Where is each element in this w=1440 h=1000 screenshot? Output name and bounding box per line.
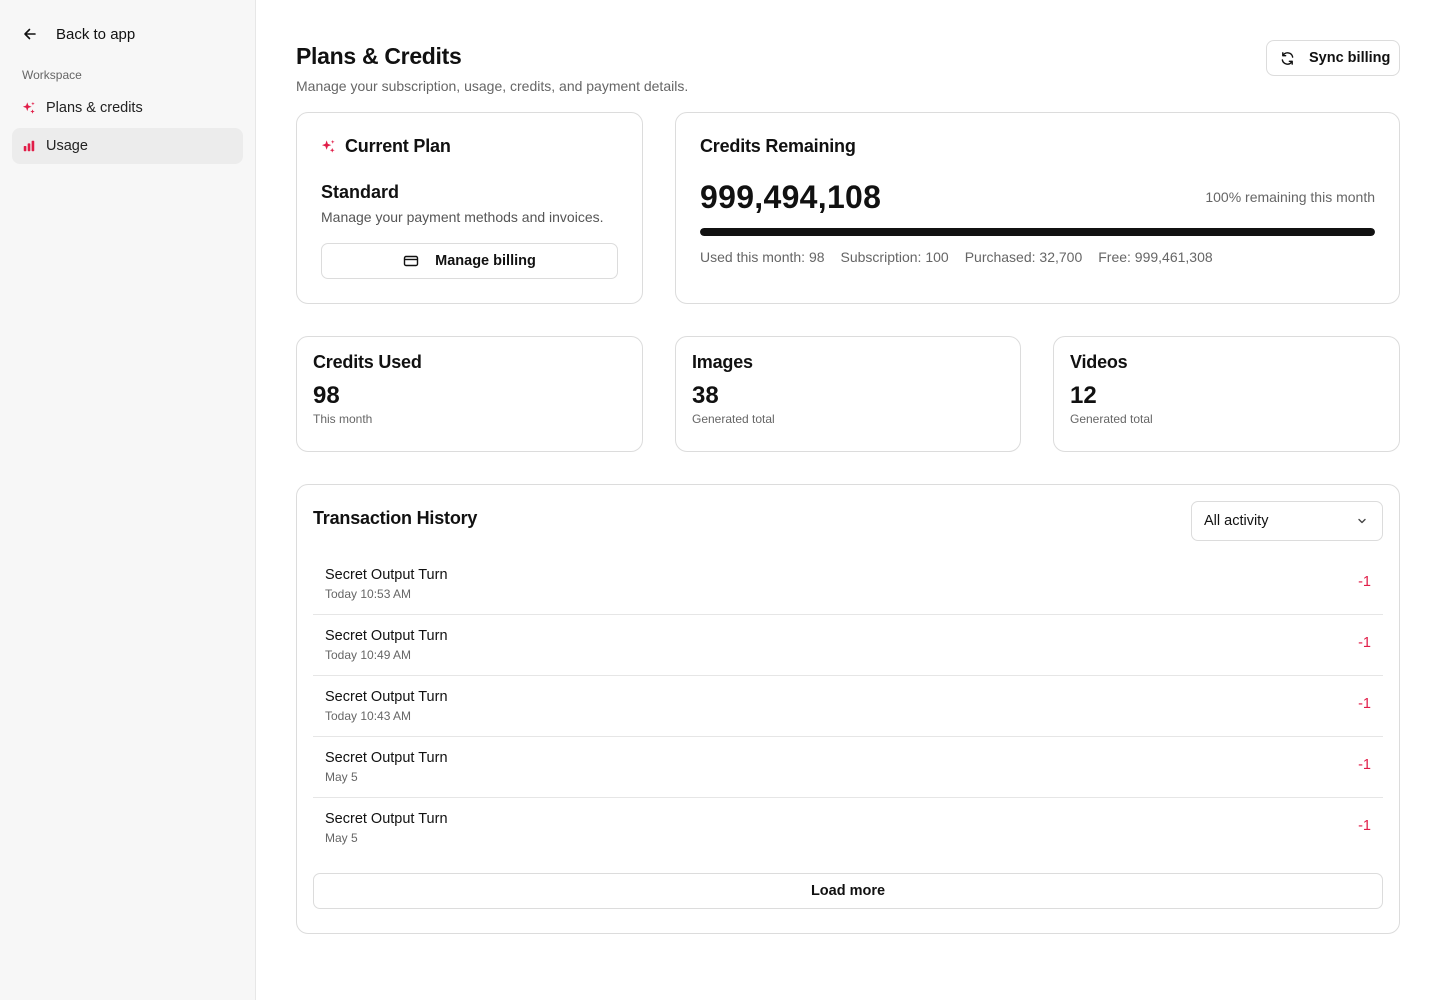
transaction-date: May 5 <box>325 831 358 845</box>
page-title: Plans & Credits <box>296 43 462 69</box>
sidebar-item-label: Plans & credits <box>46 100 143 116</box>
transaction-amount: -1 <box>1358 696 1371 712</box>
transaction-date: Today 10:49 AM <box>325 648 412 662</box>
transaction-date: May 5 <box>325 770 358 784</box>
free-stat: Free: 999,461,308 <box>1098 249 1213 265</box>
activity-filter-select[interactable]: All activity <box>1191 501 1383 541</box>
stat-subtitle: Generated total <box>1070 412 1153 426</box>
credits-remaining-amount: 999,494,108 <box>700 179 882 215</box>
purchased-stat: Purchased: 32,700 <box>964 249 1083 265</box>
credits-remaining-percent: 100% remaining this month <box>1205 189 1375 205</box>
credits-breakdown: Used this month: 98 Subscription: 100 Pu… <box>700 249 1213 265</box>
plan-name: Standard <box>321 182 400 202</box>
stat-title: Videos <box>1070 352 1128 372</box>
transaction-amount: -1 <box>1358 818 1371 834</box>
transaction-name: Secret Output Turn <box>325 811 448 827</box>
transaction-name: Secret Output Turn <box>325 689 448 705</box>
stat-subtitle: Generated total <box>692 412 775 426</box>
chevron-down-icon <box>1358 518 1366 524</box>
current-plan-card: Current Plan Standard Manage your paymen… <box>296 112 643 304</box>
transaction-history-card: Transaction History All activity Secret … <box>296 484 1400 934</box>
images-card: Images 38 Generated total <box>675 336 1021 452</box>
transaction-history-title: Transaction History <box>313 508 478 528</box>
sidebar: Back to app Workspace Plans & credits Us… <box>0 0 256 1000</box>
credits-progress-fill <box>700 228 1375 236</box>
credits-remaining-card: Credits Remaining 999,494,108 100% remai… <box>675 112 1400 304</box>
manage-billing-label: Manage billing <box>435 253 536 269</box>
sidebar-section-label: Workspace <box>22 68 82 82</box>
current-plan-title: Current Plan <box>345 136 451 156</box>
sidebar-item-usage[interactable]: Usage <box>12 128 243 164</box>
stat-title: Credits Used <box>313 352 422 372</box>
subscription-stat: Subscription: 100 <box>840 249 949 265</box>
sparkles-icon <box>22 101 35 114</box>
sync-billing-label: Sync billing <box>1309 50 1391 66</box>
bar-chart-icon <box>23 140 35 152</box>
transaction-amount: -1 <box>1358 635 1371 651</box>
stat-title: Images <box>692 352 753 372</box>
transaction-row[interactable]: Secret Output Turn May 5 -1 <box>313 798 1383 859</box>
transaction-date: Today 10:43 AM <box>325 709 412 723</box>
credits-progress-bar <box>700 228 1375 236</box>
transaction-row[interactable]: Secret Output Turn Today 10:49 AM -1 <box>313 615 1383 676</box>
transaction-list: Secret Output Turn Today 10:53 AM -1 Sec… <box>313 554 1383 859</box>
transaction-date: Today 10:53 AM <box>325 587 412 601</box>
transaction-name: Secret Output Turn <box>325 628 448 644</box>
credit-card-icon <box>403 255 419 267</box>
stat-value: 38 <box>692 382 719 409</box>
sparkles-icon <box>321 139 335 153</box>
stat-value: 12 <box>1070 382 1097 409</box>
sidebar-item-label: Usage <box>46 138 88 154</box>
credits-remaining-title: Credits Remaining <box>700 136 856 156</box>
videos-card: Videos 12 Generated total <box>1053 336 1400 452</box>
transaction-name: Secret Output Turn <box>325 567 448 583</box>
back-to-app-link[interactable]: Back to app <box>22 22 135 46</box>
stat-subtitle: This month <box>313 412 373 426</box>
used-this-month-stat: Used this month: 98 <box>700 249 825 265</box>
credits-used-card: Credits Used 98 This month <box>296 336 643 452</box>
sidebar-item-plans-credits[interactable]: Plans & credits <box>12 90 243 126</box>
transaction-row[interactable]: Secret Output Turn May 5 -1 <box>313 737 1383 798</box>
transaction-row[interactable]: Secret Output Turn Today 10:53 AM -1 <box>313 554 1383 615</box>
arrow-left-icon <box>24 28 36 40</box>
back-to-app-label: Back to app <box>56 25 136 43</box>
transaction-name: Secret Output Turn <box>325 750 448 766</box>
transaction-amount: -1 <box>1358 574 1371 590</box>
sync-billing-button[interactable]: Sync billing <box>1266 40 1400 76</box>
activity-filter-value: All activity <box>1204 513 1269 529</box>
transaction-amount: -1 <box>1358 757 1371 773</box>
manage-billing-button[interactable]: Manage billing <box>321 243 618 279</box>
refresh-icon <box>1281 51 1294 65</box>
load-more-button[interactable]: Load more <box>313 873 1383 909</box>
stat-value: 98 <box>313 382 340 409</box>
page-subtitle: Manage your subscription, usage, credits… <box>296 78 689 94</box>
current-plan-heading: Current Plan <box>321 136 451 157</box>
plan-description: Manage your payment methods and invoices… <box>321 209 604 225</box>
transaction-row[interactable]: Secret Output Turn Today 10:43 AM -1 <box>313 676 1383 737</box>
